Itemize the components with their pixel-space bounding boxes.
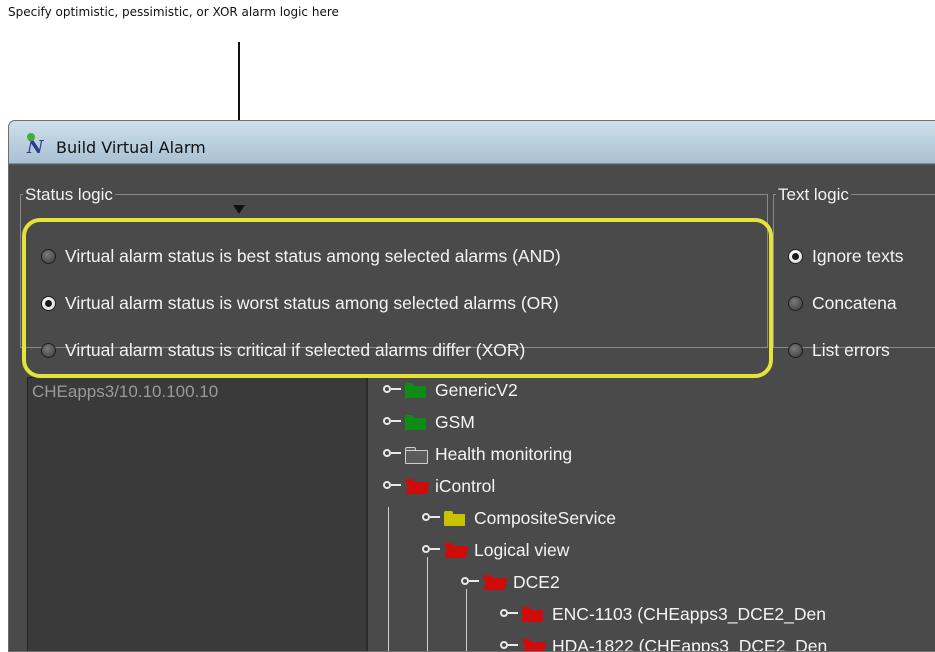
tree-node-enc-1103[interactable]: ENC-1103 (CHEapps3_DCE2_Den xyxy=(500,602,826,626)
red-open-folder-icon xyxy=(444,543,466,558)
red-folder-icon xyxy=(522,607,544,622)
text-logic-option-ignore[interactable]: Ignore texts xyxy=(788,246,903,267)
yellow-folder-icon xyxy=(444,511,466,526)
tree-collapse-handle-icon[interactable] xyxy=(383,480,402,492)
tree-node-label: Logical view xyxy=(474,540,569,561)
status-logic-option-label: Virtual alarm status is critical if sele… xyxy=(65,340,525,361)
status-logic-option-and[interactable]: Virtual alarm status is best status amon… xyxy=(41,246,561,267)
tree-expand-handle-icon[interactable] xyxy=(383,448,402,460)
status-logic-legend: Status logic xyxy=(23,186,115,203)
tree-node-health-monitoring[interactable]: Health monitoring xyxy=(383,442,572,466)
tree-collapse-handle-icon[interactable] xyxy=(422,544,441,556)
status-logic-option-label: Virtual alarm status is worst status amo… xyxy=(65,293,559,314)
annotation-arrowhead xyxy=(233,205,245,214)
tree-node-hda-1822[interactable]: HDA-1822 (CHEapps3_DCE2_Den xyxy=(500,634,827,652)
tree-node-label: ENC-1103 (CHEapps3_DCE2_Den xyxy=(552,604,826,625)
red-open-folder-icon xyxy=(483,575,505,590)
build-virtual-alarm-window: N Build Virtual Alarm Status logic Virtu… xyxy=(8,120,935,652)
radio-button-selected[interactable] xyxy=(41,296,56,311)
status-logic-group: Status logic Virtual alarm status is bes… xyxy=(20,186,768,348)
radio-button[interactable] xyxy=(788,296,803,311)
tree-node-label: Health monitoring xyxy=(435,444,572,465)
radio-button[interactable] xyxy=(788,343,803,358)
radio-button[interactable] xyxy=(41,249,56,264)
text-logic-legend: Text logic xyxy=(776,186,851,203)
tree-connector-line xyxy=(466,589,467,652)
server-list-panel[interactable]: CHEapps3/10.10.100.10 xyxy=(27,377,368,652)
server-list-item[interactable]: CHEapps3/10.10.100.10 xyxy=(32,382,218,402)
status-logic-option-label: Virtual alarm status is best status amon… xyxy=(65,246,561,267)
tree-node-logical-view[interactable]: Logical view xyxy=(422,538,569,562)
tree-node-label: GenericV2 xyxy=(435,380,518,401)
gray-folder-icon xyxy=(405,447,427,462)
tree-node-label: iControl xyxy=(435,476,495,497)
text-logic-option-label: Concatena xyxy=(812,293,897,314)
tree-node-genericv2[interactable]: GenericV2 xyxy=(383,378,518,402)
tree-node-gsm[interactable]: GSM xyxy=(383,410,475,434)
text-logic-option-list-errors[interactable]: List errors xyxy=(788,340,890,361)
tree-node-icontrol[interactable]: iControl xyxy=(383,474,495,498)
tree-connector-line xyxy=(427,557,428,652)
green-folder-icon xyxy=(405,383,427,398)
tree-node-dce2[interactable]: DCE2 xyxy=(461,570,560,594)
text-logic-group: Text logic Ignore texts Concatena List e… xyxy=(773,186,935,348)
alarm-tree-panel[interactable]: GenericV2 GSM Health monitoring iControl… xyxy=(369,377,935,652)
text-logic-option-concatenate[interactable]: Concatena xyxy=(788,293,897,314)
window-title: Build Virtual Alarm xyxy=(56,138,206,157)
inavigator-app-icon: N xyxy=(27,137,49,159)
tree-node-label: GSM xyxy=(435,412,475,433)
radio-button[interactable] xyxy=(41,343,56,358)
tree-expand-handle-icon[interactable] xyxy=(383,416,402,428)
tree-collapse-handle-icon[interactable] xyxy=(461,576,480,588)
tree-node-label: DCE2 xyxy=(513,572,560,593)
tree-expand-handle-icon[interactable] xyxy=(422,512,441,524)
tree-node-compositeservice[interactable]: CompositeService xyxy=(422,506,616,530)
annotation-callout-text: Specify optimistic, pessimistic, or XOR … xyxy=(8,7,368,18)
tree-expand-handle-icon[interactable] xyxy=(500,640,519,652)
tree-node-label: CompositeService xyxy=(474,508,616,529)
red-open-folder-icon xyxy=(405,479,427,494)
tree-expand-handle-icon[interactable] xyxy=(500,608,519,620)
tree-expand-handle-icon[interactable] xyxy=(383,384,402,396)
red-open-folder-icon xyxy=(522,639,544,652)
radio-button-selected[interactable] xyxy=(788,249,803,264)
tree-node-label: HDA-1822 (CHEapps3_DCE2_Den xyxy=(552,636,827,652)
text-logic-option-label: List errors xyxy=(812,340,890,361)
status-logic-option-or[interactable]: Virtual alarm status is worst status amo… xyxy=(41,293,559,314)
window-titlebar[interactable]: N Build Virtual Alarm xyxy=(9,121,935,164)
green-folder-icon xyxy=(405,415,427,430)
text-logic-option-label: Ignore texts xyxy=(812,246,903,267)
tree-connector-line xyxy=(388,507,389,652)
status-logic-option-xor[interactable]: Virtual alarm status is critical if sele… xyxy=(41,340,525,361)
